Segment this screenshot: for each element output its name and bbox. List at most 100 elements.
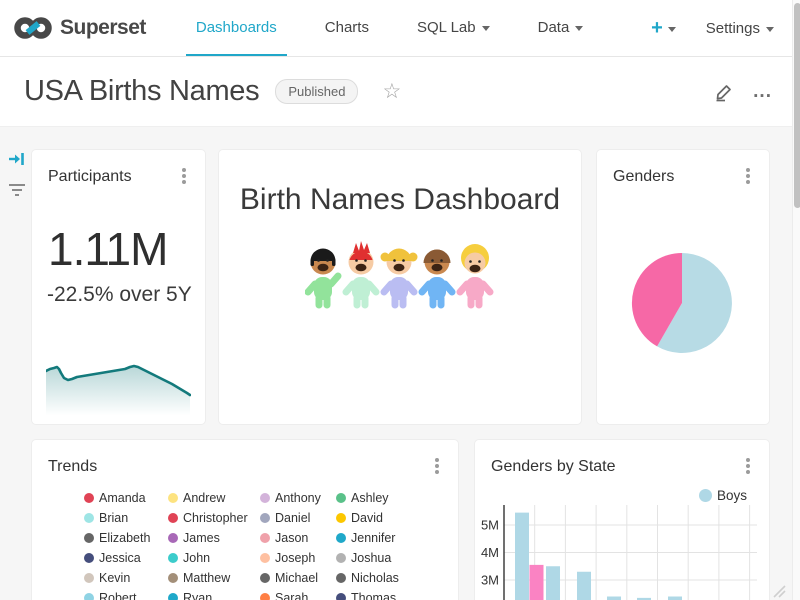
- settings-menu[interactable]: Settings: [706, 20, 774, 37]
- legend-item-matthew[interactable]: Matthew: [168, 568, 260, 588]
- main-nav: Dashboards Charts SQL Lab Data: [172, 0, 607, 56]
- nav-item-dashboards[interactable]: Dashboards: [186, 0, 287, 56]
- published-badge[interactable]: Published: [275, 79, 358, 104]
- scrollbar-track[interactable]: [792, 0, 800, 600]
- legend-item-brian[interactable]: Brian: [84, 508, 168, 528]
- legend-item-andrew[interactable]: Andrew: [168, 488, 260, 508]
- settings-label: Settings: [706, 20, 760, 37]
- markdown-heading: Birth Names Dashboard: [219, 183, 581, 217]
- legend-dot-icon: [260, 533, 270, 543]
- legend-label: Thomas: [351, 591, 396, 600]
- legend-dot-icon: [260, 493, 270, 503]
- legend-label: Joshua: [351, 551, 391, 565]
- legend-label: Jessica: [99, 551, 141, 565]
- children-illustration: [219, 240, 581, 310]
- legend-label: Elizabeth: [99, 531, 150, 545]
- legend-dot-icon: [84, 553, 94, 563]
- legend-label: Daniel: [275, 511, 310, 525]
- expand-filter-bar-icon[interactable]: [8, 151, 26, 167]
- filter-list-icon[interactable]: [8, 182, 26, 198]
- legend-dot-icon: [84, 593, 94, 600]
- new-item-button[interactable]: +: [651, 17, 676, 40]
- card-title: Participants: [48, 168, 132, 186]
- legend-dot-icon: [168, 493, 178, 503]
- legend-label: John: [183, 551, 210, 565]
- legend-item-jason[interactable]: Jason: [260, 528, 336, 548]
- participants-sparkline-chart: [46, 336, 191, 423]
- genders-pie-chart: [597, 150, 769, 429]
- legend-label: James: [183, 531, 220, 545]
- legend-item-michael[interactable]: Michael: [260, 568, 336, 588]
- legend-dot-icon: [260, 573, 270, 583]
- legend-label: Jason: [275, 531, 308, 545]
- markdown-card: Birth Names Dashboard: [219, 150, 581, 424]
- legend-item-jennifer[interactable]: Jennifer: [336, 528, 399, 548]
- legend-dot-icon: [168, 573, 178, 583]
- nav-item-sql-lab[interactable]: SQL Lab: [407, 0, 500, 56]
- legend-label: Joseph: [275, 551, 315, 565]
- nav-item-label: Dashboards: [196, 19, 277, 36]
- nav-item-label: Charts: [325, 19, 369, 36]
- kpi-value: 1.11M: [48, 222, 167, 276]
- legend-item-john[interactable]: John: [168, 548, 260, 568]
- plus-icon: +: [651, 17, 663, 40]
- kebab-menu-icon[interactable]: [430, 458, 444, 476]
- legend-dot-icon: [260, 553, 270, 563]
- legend-item-ryan[interactable]: Ryan: [168, 588, 260, 600]
- legend-dot-icon: [84, 573, 94, 583]
- brand-name: Superset: [60, 16, 146, 40]
- legend-dot-icon: [168, 533, 178, 543]
- legend-item-kevin[interactable]: Kevin: [84, 568, 168, 588]
- legend-item-david[interactable]: David: [336, 508, 399, 528]
- genders-by-state-bar-chart: 5M4M3M: [475, 440, 769, 600]
- chevron-down-icon: [575, 26, 583, 31]
- legend-item-joseph[interactable]: Joseph: [260, 548, 336, 568]
- kpi-delta: -22.5% over 5Y: [47, 283, 192, 307]
- legend-label: Ashley: [351, 491, 389, 505]
- legend-label: Andrew: [183, 491, 225, 505]
- chevron-down-icon: [482, 26, 490, 31]
- nav-right: + Settings: [651, 0, 800, 56]
- nav-item-label: Data: [538, 19, 570, 36]
- page-title: USA Births Names: [24, 75, 259, 108]
- legend-item-amanda[interactable]: Amanda: [84, 488, 168, 508]
- superset-logo[interactable]: Superset: [0, 0, 160, 56]
- legend-dot-icon: [84, 493, 94, 503]
- svg-text:3M: 3M: [481, 573, 499, 588]
- dashboard-header: USA Births Names Published ☆ ...: [0, 57, 800, 127]
- navbar: Superset Dashboards Charts SQL Lab Data + S…: [0, 0, 800, 57]
- legend-item-christopher[interactable]: Christopher: [168, 508, 260, 528]
- legend-item-thomas[interactable]: Thomas: [336, 588, 399, 600]
- legend-item-daniel[interactable]: Daniel: [260, 508, 336, 528]
- trends-legend: Amanda Andrew Anthony Ashley Brian Christophe…: [84, 488, 399, 600]
- legend-item-james[interactable]: James: [168, 528, 260, 548]
- legend-item-sarah[interactable]: Sarah: [260, 588, 336, 600]
- legend-item-robert[interactable]: Robert: [84, 588, 168, 600]
- favorite-star-icon[interactable]: ☆: [382, 79, 401, 104]
- scrollbar-thumb[interactable]: [794, 3, 800, 208]
- legend-label: Matthew: [183, 571, 230, 585]
- legend-item-joshua[interactable]: Joshua: [336, 548, 399, 568]
- resize-handle-icon[interactable]: [768, 580, 786, 598]
- legend-dot-icon: [168, 553, 178, 563]
- legend-label: Amanda: [99, 491, 146, 505]
- legend-label: Brian: [99, 511, 128, 525]
- legend-label: Kevin: [99, 571, 130, 585]
- legend-item-ashley[interactable]: Ashley: [336, 488, 399, 508]
- legend-item-jessica[interactable]: Jessica: [84, 548, 168, 568]
- legend-dot-icon: [336, 553, 346, 563]
- legend-label: Michael: [275, 571, 318, 585]
- infinity-logo-icon: [14, 15, 52, 41]
- overflow-menu[interactable]: ...: [753, 87, 772, 97]
- kebab-menu-icon[interactable]: [177, 168, 191, 186]
- legend-dot-icon: [336, 513, 346, 523]
- nav-item-data[interactable]: Data: [528, 0, 594, 56]
- legend-item-anthony[interactable]: Anthony: [260, 488, 336, 508]
- genders-card: Genders: [597, 150, 769, 424]
- legend-label: Ryan: [183, 591, 212, 600]
- edit-pencil-icon[interactable]: [713, 81, 735, 103]
- legend-item-elizabeth[interactable]: Elizabeth: [84, 528, 168, 548]
- nav-item-charts[interactable]: Charts: [315, 0, 379, 56]
- legend-item-nicholas[interactable]: Nicholas: [336, 568, 399, 588]
- participants-card: Participants 1.11M -22.5% over 5Y: [32, 150, 205, 424]
